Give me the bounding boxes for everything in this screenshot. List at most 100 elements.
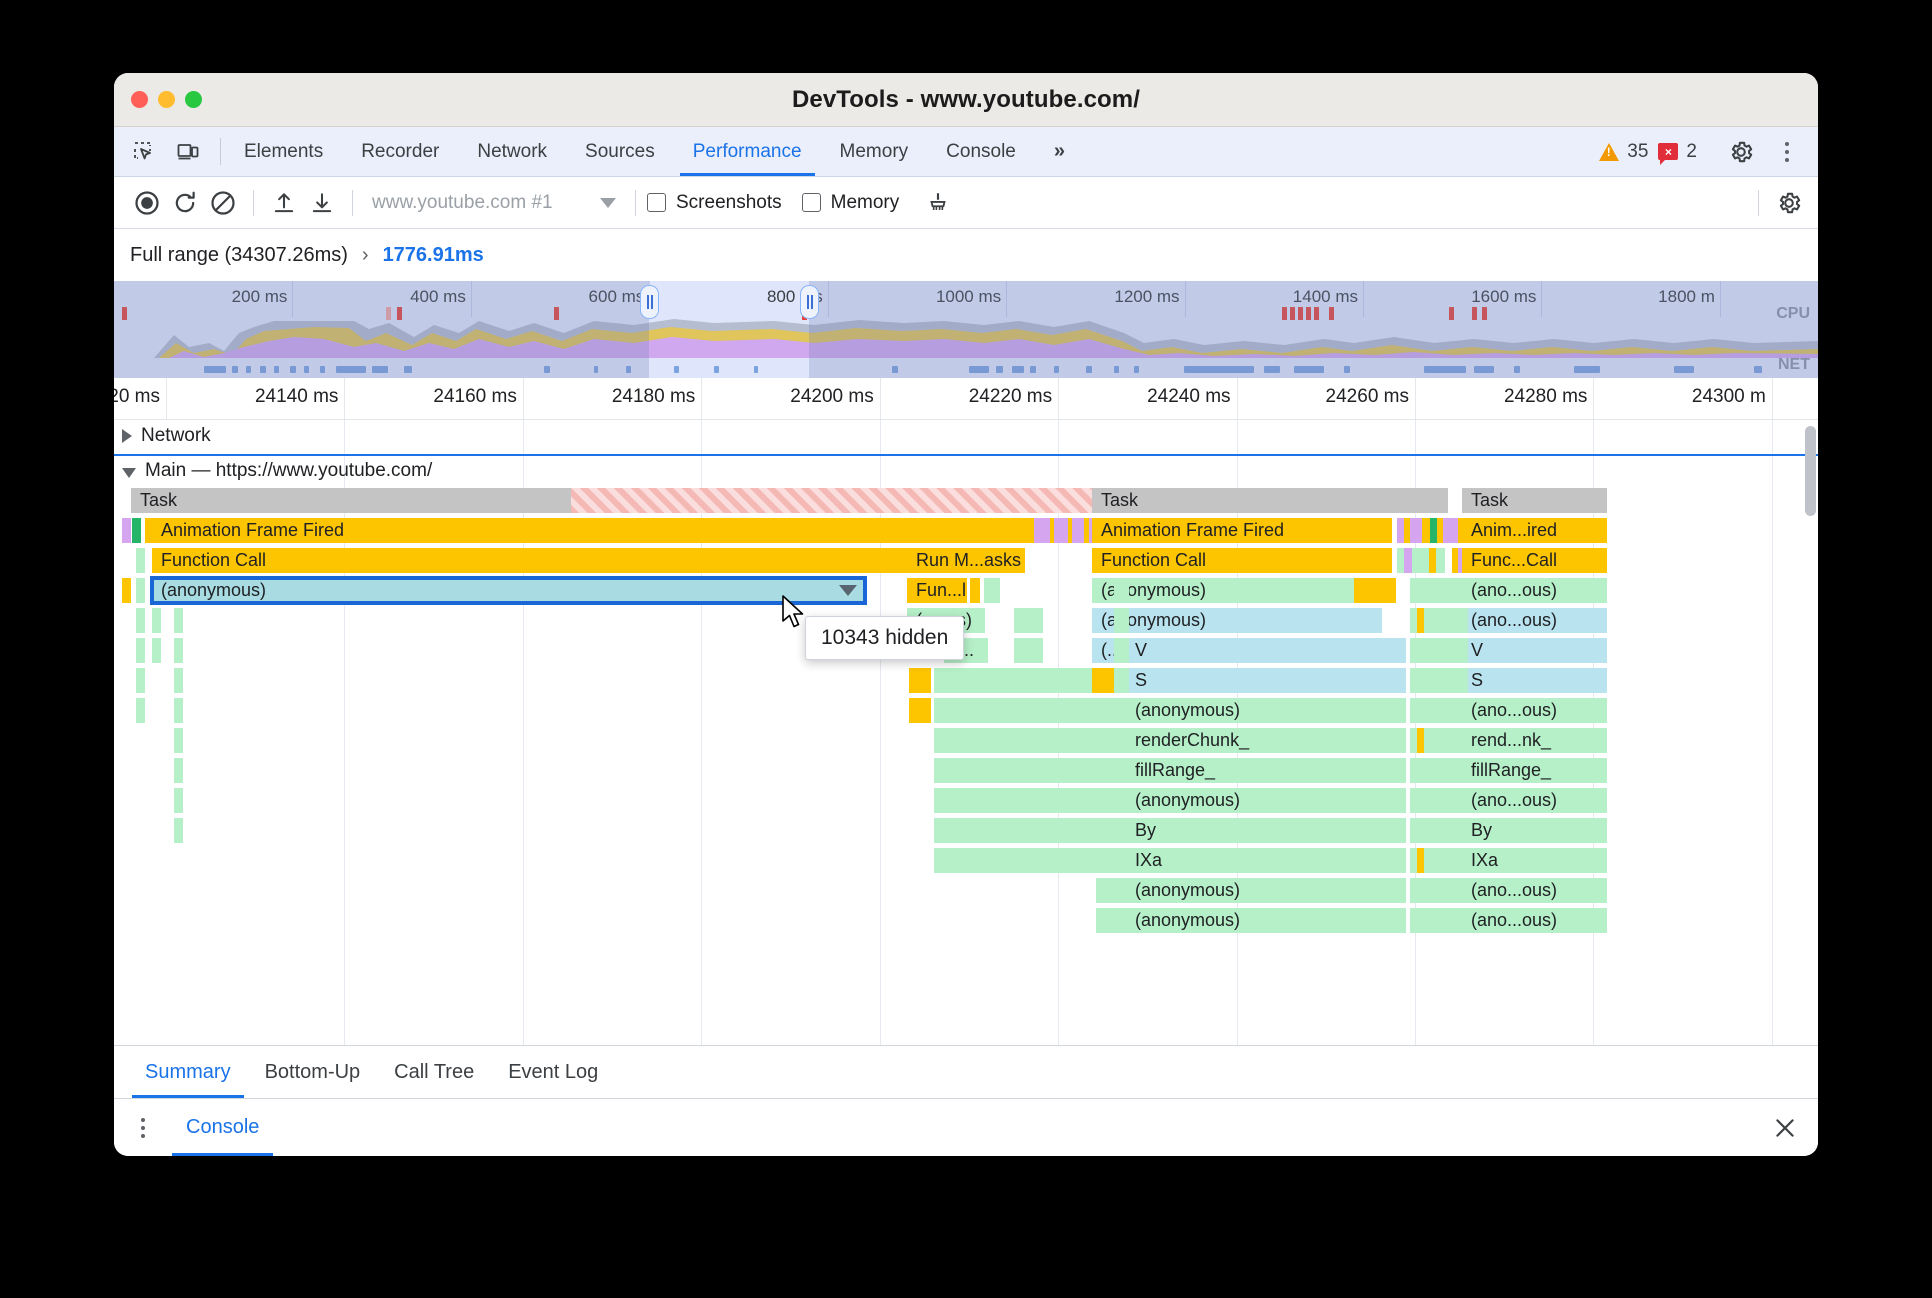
flame-bar[interactable] <box>1087 788 1096 813</box>
gear-icon[interactable] <box>1722 133 1760 171</box>
flame-bar[interactable]: V <box>1126 638 1406 663</box>
flame-bar[interactable] <box>1054 518 1068 543</box>
flame-bar[interactable] <box>1034 788 1043 813</box>
flame-bar[interactable]: Task <box>1092 488 1448 513</box>
flame-bar[interactable] <box>1034 818 1043 843</box>
flame-bar[interactable] <box>1078 758 1087 783</box>
flame-bar[interactable] <box>1459 668 1468 693</box>
flame-bar[interactable]: Animation Frame Fired <box>152 518 1107 543</box>
flame-bar[interactable] <box>1060 758 1069 783</box>
flame-bar[interactable] <box>1120 818 1129 843</box>
flame-bar[interactable] <box>934 788 943 813</box>
overview-right-handle[interactable] <box>800 285 819 319</box>
tab-bottom-up[interactable]: Bottom-Up <box>248 1046 378 1098</box>
flame-bar[interactable] <box>1459 758 1468 783</box>
flame-bar[interactable] <box>136 638 145 663</box>
flame-bar[interactable] <box>979 728 988 753</box>
flame-bar[interactable] <box>1120 608 1129 633</box>
flame-bar[interactable] <box>136 578 145 603</box>
flame-bar[interactable] <box>1042 758 1051 783</box>
flame-bar[interactable] <box>136 608 145 633</box>
flame-bar[interactable]: By <box>1126 818 1406 843</box>
collect-garbage-icon[interactable] <box>919 184 957 222</box>
flame-bar[interactable] <box>1120 668 1129 693</box>
flame-bar[interactable] <box>1069 668 1078 693</box>
clear-recording-icon[interactable] <box>204 184 242 222</box>
flame-bar[interactable] <box>1459 608 1468 633</box>
flame-bar[interactable] <box>988 848 997 873</box>
flame-bar[interactable] <box>1443 518 1452 543</box>
flame-bar[interactable] <box>1087 818 1096 843</box>
flame-bar[interactable] <box>174 818 183 843</box>
flame-bar[interactable] <box>988 818 997 843</box>
close-icon[interactable] <box>1752 1099 1818 1156</box>
flame-bar[interactable] <box>1459 818 1468 843</box>
flame-bar[interactable] <box>997 758 1006 783</box>
flame-bar[interactable] <box>1051 758 1060 783</box>
tab-sources[interactable]: Sources <box>566 127 674 176</box>
flame-bar[interactable]: Anim...ired <box>1462 518 1607 543</box>
flame-bar[interactable] <box>1078 668 1087 693</box>
flame-bar[interactable]: (ano...ous) <box>1462 608 1607 633</box>
flame-bar[interactable] <box>952 818 961 843</box>
flame-bar[interactable] <box>1087 848 1096 873</box>
expand-hidden-children-icon[interactable] <box>839 585 857 596</box>
flame-bar[interactable] <box>952 758 961 783</box>
flame-bar[interactable]: (ano...ous) <box>1462 698 1607 723</box>
tab-network[interactable]: Network <box>458 127 566 176</box>
flame-bar[interactable] <box>122 578 131 603</box>
flame-bar[interactable] <box>174 668 183 693</box>
flame-bar[interactable]: S <box>1126 668 1406 693</box>
flame-bar[interactable] <box>961 788 970 813</box>
reload-and-record-icon[interactable] <box>166 184 204 222</box>
flame-bar[interactable]: Func...Call <box>1462 548 1607 573</box>
flame-bar[interactable]: fillRange_ <box>1462 758 1607 783</box>
tab-performance[interactable]: Performance <box>674 127 821 176</box>
flame-bar[interactable]: (anonymous) <box>1126 698 1406 723</box>
save-profile-icon[interactable] <box>303 184 341 222</box>
flame-bar[interactable] <box>970 848 979 873</box>
flame-bar[interactable]: (anonymous) <box>1126 878 1406 903</box>
tab-summary[interactable]: Summary <box>128 1046 248 1098</box>
flame-bar[interactable] <box>952 668 961 693</box>
flame-bar[interactable] <box>988 698 997 723</box>
flame-bar[interactable] <box>1042 818 1051 843</box>
flame-bar[interactable] <box>1120 728 1129 753</box>
screenshots-checkbox[interactable]: Screenshots <box>647 192 782 214</box>
tab-memory[interactable]: Memory <box>821 127 928 176</box>
flame-bar[interactable] <box>1034 848 1043 873</box>
flame-bar[interactable] <box>132 518 141 543</box>
flame-bar[interactable] <box>1042 668 1051 693</box>
flame-bar[interactable] <box>1078 848 1087 873</box>
flame-bar[interactable] <box>1120 578 1129 603</box>
flame-bar[interactable] <box>152 638 161 663</box>
flame-bar[interactable] <box>961 848 970 873</box>
flame-bar[interactable] <box>943 728 952 753</box>
flame-bar[interactable] <box>1087 698 1096 723</box>
drawer-tab-console[interactable]: Console <box>170 1099 275 1156</box>
flame-bar[interactable] <box>1051 848 1060 873</box>
flame-bar[interactable]: renderChunk_ <box>1126 728 1406 753</box>
flame-bar[interactable] <box>934 818 943 843</box>
more-tabs-button[interactable]: » <box>1035 127 1084 176</box>
track-network[interactable]: Network <box>114 420 1818 452</box>
flame-bar[interactable] <box>174 638 183 663</box>
flame-bar[interactable] <box>988 788 997 813</box>
flame-bar[interactable] <box>979 788 988 813</box>
flame-bar[interactable]: Function Call <box>152 548 922 573</box>
flame-bar[interactable] <box>1120 908 1129 933</box>
flame-bar[interactable] <box>1069 848 1078 873</box>
flame-bar[interactable]: (anonymous) <box>150 576 867 605</box>
flame-bar[interactable] <box>1034 728 1043 753</box>
flame-bar[interactable] <box>1078 788 1087 813</box>
flame-bar[interactable] <box>152 608 161 633</box>
flame-bar[interactable] <box>1120 758 1129 783</box>
capture-settings-gear-icon[interactable] <box>1770 184 1808 222</box>
flame-bar[interactable] <box>1069 698 1078 723</box>
flame-bar[interactable]: (ano...ous) <box>1462 788 1607 813</box>
flame-bar[interactable] <box>1459 908 1468 933</box>
tab-elements[interactable]: Elements <box>225 127 342 176</box>
flame-bar[interactable]: Function Call <box>1092 548 1392 573</box>
flame-bar[interactable]: Run M...asks <box>907 548 1025 573</box>
flame-bar[interactable] <box>1051 788 1060 813</box>
